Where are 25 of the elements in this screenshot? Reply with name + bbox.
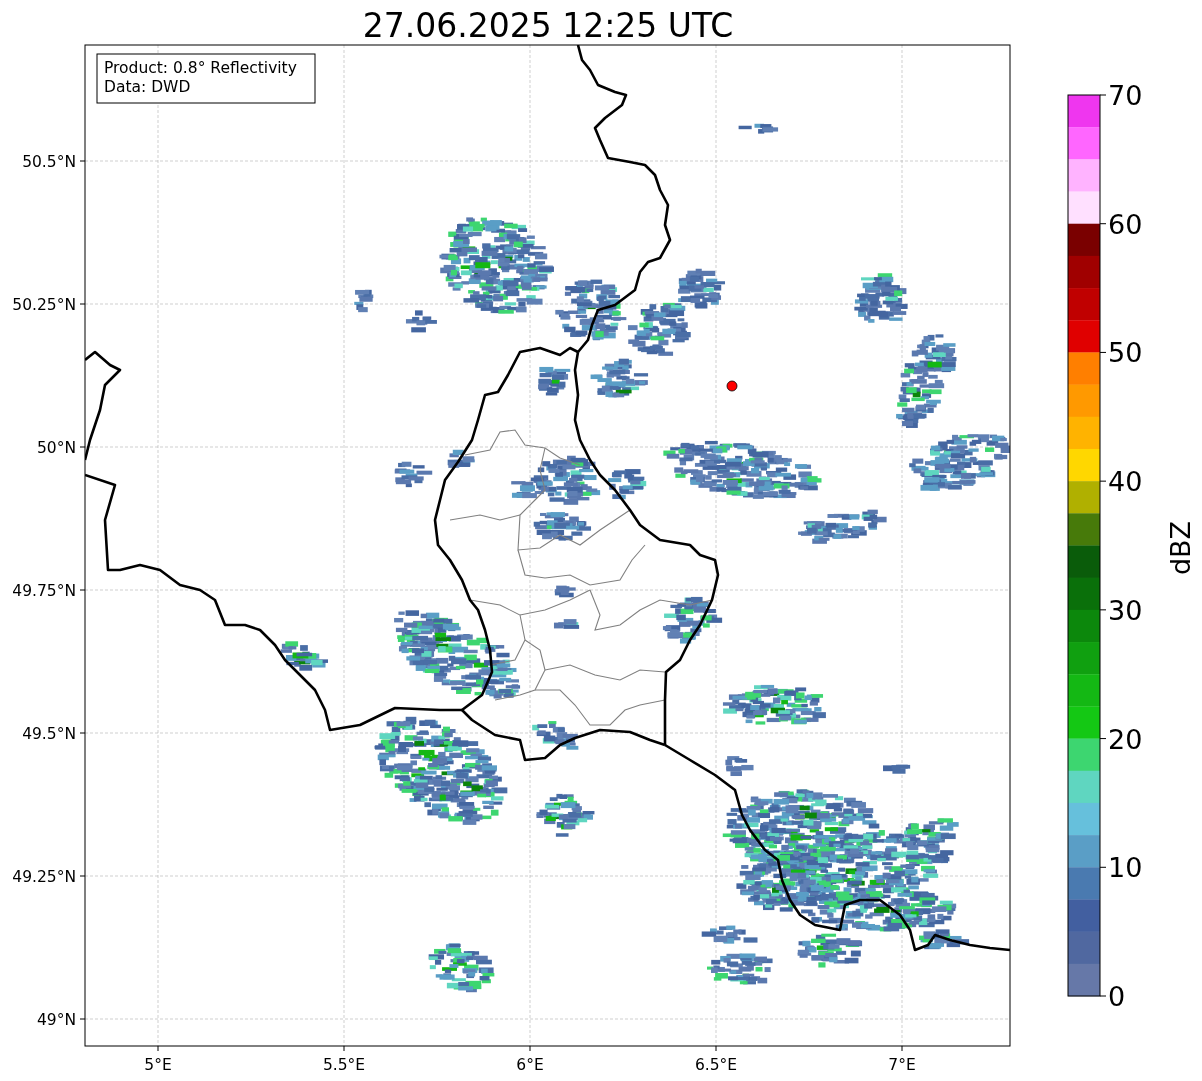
colorbar-tick-label: 10 (1108, 852, 1143, 884)
colorbar-tick-label: 50 (1108, 337, 1143, 369)
longitude-label: 6.5°E (694, 1056, 738, 1074)
colorbar-tick-label: 40 (1108, 466, 1143, 498)
info-text: Product: 0.8° Reflectivity (104, 59, 297, 77)
colorbar-tick-label: 70 (1108, 80, 1143, 111)
longitude-label: 5°E (144, 1056, 172, 1074)
longitude-label: 5.5°E (322, 1056, 366, 1074)
info-text: Data: DWD (104, 78, 191, 96)
latitude-label: 50.25°N (12, 296, 76, 314)
radar-site-marker (726, 380, 738, 392)
colorbar-label: dBZ (1165, 520, 1196, 576)
latitude-label: 49.5°N (22, 725, 76, 743)
longitude-label: 7°E (888, 1056, 916, 1074)
colorbar-tick-label: 20 (1108, 723, 1143, 755)
latitude-label: 49.25°N (12, 868, 76, 886)
latitude-label: 50.5°N (22, 153, 76, 171)
latitude-label: 50°N (36, 439, 76, 457)
colorbar-tick-label: 30 (1108, 594, 1143, 626)
colorbar-tick-label: 60 (1108, 208, 1143, 240)
latitude-label: 49.75°N (12, 582, 76, 600)
longitude-label: 6°E (516, 1056, 544, 1074)
latitude-label: 49°N (36, 1011, 76, 1029)
chart-title: 27.06.2025 12:25 UTC (362, 6, 734, 45)
colorbar-tick-label: 0 (1108, 981, 1126, 1012)
